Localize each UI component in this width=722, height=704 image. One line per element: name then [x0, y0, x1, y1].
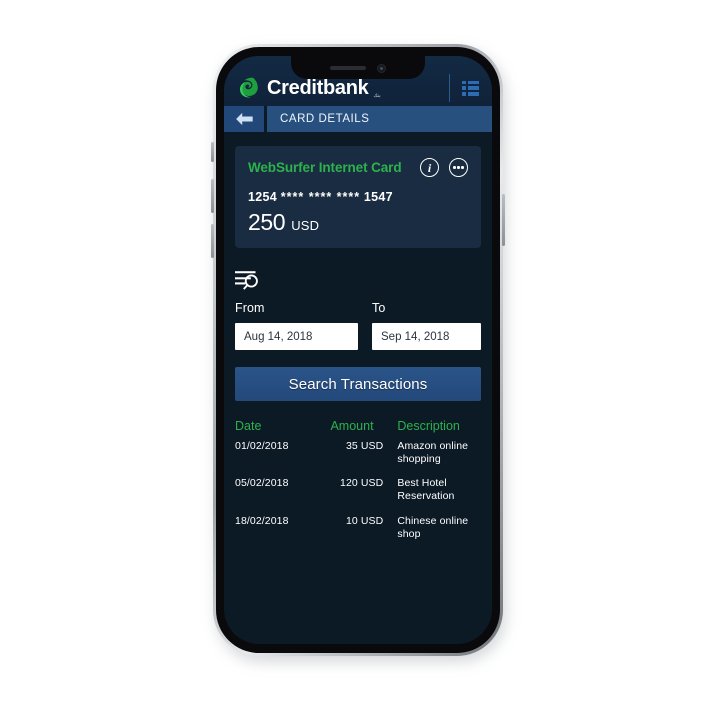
- brand-subtext: بنك: [373, 92, 381, 99]
- card-panel-header: WebSurfer Internet Card i: [248, 158, 468, 177]
- cell-amount: 120 USD: [340, 477, 384, 490]
- from-input-col: Aug 14, 2018: [235, 323, 358, 350]
- earpiece-speaker: [330, 66, 366, 70]
- phone-frame: Creditbank بنك CARD DETAILS WebSurfer In…: [211, 44, 505, 656]
- cell-description: Best Hotel Reservation: [397, 477, 455, 503]
- transactions-table: Date Amount Description 01/02/2018 35 US…: [235, 419, 481, 552]
- balance-amount: 250: [248, 209, 286, 235]
- card-number-mask: **** **** ****: [280, 190, 361, 204]
- table-row[interactable]: 05/02/2018 120 USD Best Hotel Reservatio…: [235, 477, 481, 514]
- front-camera-icon: [377, 63, 386, 73]
- phone-screen: Creditbank بنك CARD DETAILS WebSurfer In…: [224, 56, 492, 644]
- creditbank-leaf-logo-icon: [239, 77, 258, 98]
- transaction-filter: From To Aug 14, 2018 Sep 14, 2018 Search…: [235, 270, 481, 401]
- to-label: To: [372, 301, 386, 315]
- transactions-body: 01/02/2018 35 USD Amazon online shopping…: [235, 440, 481, 552]
- date-inputs-row: Aug 14, 2018 Sep 14, 2018: [235, 323, 481, 350]
- card-summary-panel: WebSurfer Internet Card i 1254 **** ****…: [235, 146, 481, 248]
- card-number: 1254 **** **** **** 1547: [248, 190, 468, 204]
- header-divider: [449, 74, 450, 102]
- more-options-icon[interactable]: [449, 158, 468, 177]
- to-date-input[interactable]: Sep 14, 2018: [372, 323, 481, 350]
- cell-amount: 35 USD: [345, 440, 384, 452]
- date-labels-row: From To: [235, 299, 481, 317]
- phone-notch: [291, 56, 425, 79]
- cell-date: 05/02/2018: [235, 477, 289, 490]
- back-arrow-icon: [235, 112, 253, 126]
- info-circle-icon[interactable]: i: [420, 158, 439, 177]
- card-number-prefix: 1254: [248, 190, 278, 204]
- card-actions: i: [420, 158, 468, 177]
- to-label-col: To: [358, 299, 481, 317]
- card-balance: 250 USD: [248, 211, 468, 234]
- column-header-amount: Amount: [330, 419, 374, 433]
- volume-up-button[interactable]: [211, 179, 214, 213]
- column-header-description: Description: [397, 419, 460, 433]
- brand-name: Creditbank: [267, 77, 369, 99]
- phone-mockup: Creditbank بنك CARD DETAILS WebSurfer In…: [211, 44, 509, 664]
- balance-currency: USD: [291, 218, 320, 233]
- list-menu-icon[interactable]: [462, 80, 479, 96]
- card-number-suffix: 1547: [363, 190, 393, 204]
- power-button[interactable]: [502, 194, 505, 246]
- to-input-col: Sep 14, 2018: [358, 323, 481, 350]
- from-date-input[interactable]: Aug 14, 2018: [235, 323, 358, 350]
- table-row[interactable]: 18/02/2018 10 USD Chinese online shop: [235, 515, 481, 552]
- page-title-bar: CARD DETAILS: [224, 106, 492, 132]
- search-transactions-button[interactable]: Search Transactions: [235, 367, 481, 401]
- back-button[interactable]: [224, 106, 264, 132]
- from-label-col: From: [235, 299, 358, 317]
- silence-switch[interactable]: [211, 142, 214, 162]
- card-title: WebSurfer Internet Card: [248, 160, 402, 175]
- phone-bezel: Creditbank بنك CARD DETAILS WebSurfer In…: [216, 47, 500, 653]
- cell-description: Chinese online shop: [397, 514, 469, 540]
- column-header-date: Date: [235, 419, 262, 433]
- cell-date: 18/02/2018: [235, 514, 289, 527]
- volume-down-button[interactable]: [211, 224, 214, 258]
- page-title-strip: CARD DETAILS: [267, 106, 492, 132]
- page-title: CARD DETAILS: [280, 113, 370, 125]
- search-list-icon: [235, 271, 258, 290]
- cell-date: 01/02/2018: [235, 440, 289, 452]
- cell-description: Amazon online shopping: [397, 440, 469, 466]
- from-label: From: [235, 301, 265, 315]
- cell-amount: 10 USD: [345, 514, 384, 527]
- app-body: WebSurfer Internet Card i 1254 **** ****…: [224, 132, 492, 552]
- transactions-header-row: Date Amount Description: [235, 419, 481, 440]
- header-right-group: [449, 73, 492, 103]
- table-row[interactable]: 01/02/2018 35 USD Amazon online shopping: [235, 440, 481, 477]
